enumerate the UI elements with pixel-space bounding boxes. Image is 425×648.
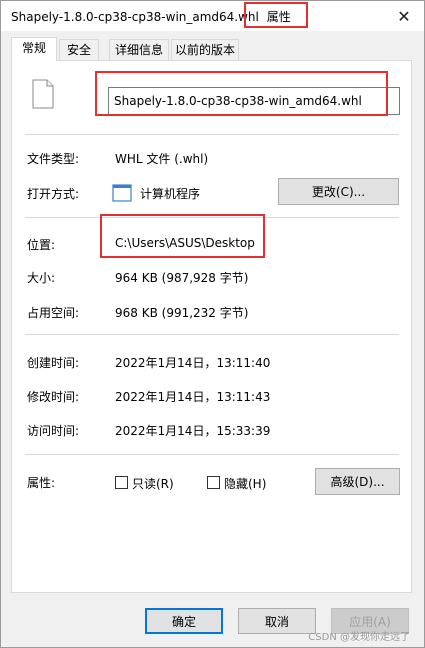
readonly-checkbox[interactable] <box>115 476 128 489</box>
tab-previous-versions[interactable]: 以前的版本 <box>171 39 239 60</box>
application-icon <box>112 184 132 202</box>
general-panel: Shapely-1.8.0-cp38-cp38-win_amd64.whl 文件… <box>11 60 412 593</box>
open-with-label: 打开方式: <box>27 187 80 201</box>
size-on-disk-label: 占用空间: <box>27 306 80 320</box>
file-type-label: 文件类型: <box>27 152 80 166</box>
cancel-button[interactable]: 取消 <box>238 608 316 634</box>
file-type-value: WHL 文件 (.whl) <box>115 152 209 166</box>
modified-value: 2022年1月14日，13:11:43 <box>115 390 271 404</box>
change-button[interactable]: 更改(C)... <box>278 178 399 205</box>
window-title-filename: Shapely-1.8.0-cp38-cp38-win_amd64.whl <box>11 10 259 24</box>
open-with-value: 计算机程序 <box>140 187 201 201</box>
window-title: Shapely-1.8.0-cp38-cp38-win_amd64.whl 属性 <box>11 8 291 25</box>
title-bar: Shapely-1.8.0-cp38-cp38-win_amd64.whl 属性… <box>1 1 424 31</box>
close-icon: ✕ <box>397 6 411 26</box>
tab-details[interactable]: 详细信息 <box>109 39 169 60</box>
advanced-button[interactable]: 高级(D)... <box>315 468 400 495</box>
tab-security[interactable]: 安全 <box>59 39 99 60</box>
accessed-label: 访问时间: <box>27 424 80 438</box>
accessed-value: 2022年1月14日，15:33:39 <box>115 424 271 438</box>
hidden-checkbox[interactable] <box>207 476 220 489</box>
divider <box>25 134 399 135</box>
file-name-field[interactable]: Shapely-1.8.0-cp38-cp38-win_amd64.whl <box>108 87 400 115</box>
created-value: 2022年1月14日，13:11:40 <box>115 356 271 370</box>
attributes-label: 属性: <box>27 476 56 490</box>
location-label: 位置: <box>27 238 56 252</box>
size-value: 964 KB (987,928 字节) <box>115 271 249 285</box>
modified-label: 修改时间: <box>27 390 80 404</box>
tab-general[interactable]: 常规 <box>11 37 57 61</box>
ok-button[interactable]: 确定 <box>145 608 223 634</box>
size-label: 大小: <box>27 271 56 285</box>
window-title-suffix: 属性 <box>266 10 291 24</box>
file-icon <box>32 79 54 109</box>
watermark: CSDN @发现你走远了 <box>308 632 410 643</box>
hidden-label[interactable]: 隐藏(H) <box>224 475 266 492</box>
properties-dialog: Shapely-1.8.0-cp38-cp38-win_amd64.whl 属性… <box>0 0 425 648</box>
size-on-disk-value: 968 KB (991,232 字节) <box>115 306 249 320</box>
readonly-label[interactable]: 只读(R) <box>132 475 174 492</box>
close-button[interactable]: ✕ <box>384 1 424 31</box>
divider <box>25 334 399 335</box>
location-value[interactable]: C:\Users\ASUS\Desktop <box>115 236 255 250</box>
created-label: 创建时间: <box>27 356 80 370</box>
divider <box>25 454 399 455</box>
divider <box>25 217 399 218</box>
